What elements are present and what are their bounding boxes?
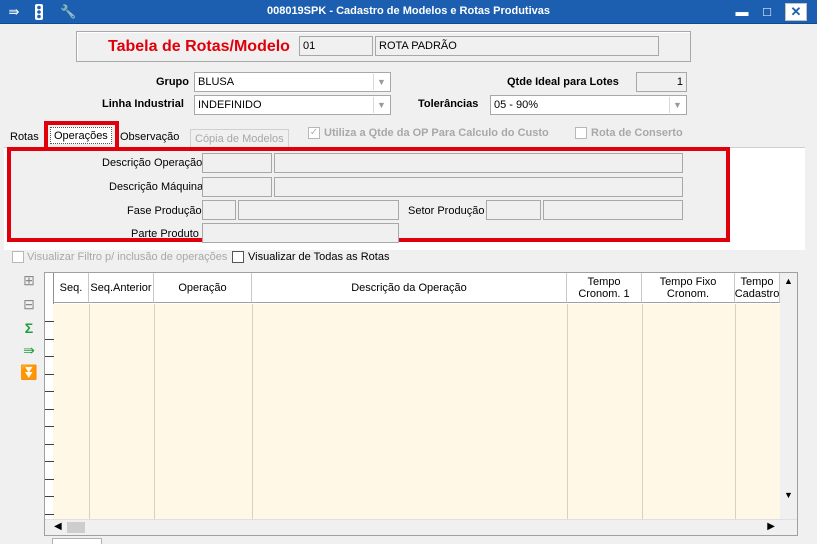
grupo-select[interactable]: BLUSA ▼ <box>194 72 391 92</box>
route-code-field[interactable]: 01 <box>299 36 373 56</box>
vertical-scrollbar[interactable]: ▲ ▼ <box>780 273 797 520</box>
row-tick <box>45 461 54 462</box>
fase-producao-label: Fase Produção <box>127 205 202 217</box>
route-name-field[interactable]: ROTA PADRÃO <box>375 36 659 56</box>
row-tick <box>45 514 54 515</box>
scroll-up-icon[interactable]: ▲ <box>780 276 797 286</box>
chevron-down-icon[interactable]: ▼ <box>669 97 685 113</box>
row-tick <box>45 496 54 497</box>
row-tick <box>45 391 54 392</box>
qtde-field[interactable]: 1 <box>636 72 687 92</box>
row-tick <box>45 356 54 357</box>
descricao-operacao-field[interactable] <box>274 153 683 173</box>
utiliza-qtde-checkbox[interactable]: ✓ <box>308 127 320 139</box>
remove-row-icon[interactable]: ⊟ <box>18 294 40 314</box>
close-button[interactable]: ✕ <box>785 3 807 21</box>
parte-produto-field[interactable] <box>202 223 399 243</box>
bottom-tab <box>52 538 102 544</box>
row-tick <box>45 426 54 427</box>
minimize-button[interactable]: ▬ <box>731 3 753 21</box>
rota-conserto-checkbox[interactable] <box>575 127 587 139</box>
col-seq[interactable]: Seq. <box>54 273 89 303</box>
tab-rotas[interactable]: Rotas <box>6 128 43 148</box>
linha-label: Linha Industrial <box>102 98 184 110</box>
linha-value: INDEFINIDO <box>198 99 262 111</box>
tab-copia-modelos[interactable]: Cópia de Modelos <box>190 129 289 148</box>
sum-icon[interactable]: Σ <box>18 318 40 338</box>
grupo-label: Grupo <box>156 76 189 88</box>
setor-producao-label: Setor Produção <box>408 205 485 217</box>
visualizar-todas-label: Visualizar de Todas as Rotas <box>248 251 390 263</box>
col-tempo-cronom[interactable]: Tempo Cronom. 1 <box>567 273 642 303</box>
scroll-thumb[interactable] <box>67 522 85 533</box>
parte-produto-label: Parte Produto <box>131 228 199 240</box>
tolerancias-value: 05 - 90% <box>494 99 539 111</box>
rota-conserto-label: Rota de Conserto <box>591 127 683 139</box>
row-tick <box>45 321 54 322</box>
scroll-down-icon[interactable]: ▼ <box>780 490 797 500</box>
add-row-icon[interactable]: ⊞ <box>18 270 40 290</box>
setor-producao-code[interactable] <box>486 200 541 220</box>
route-table-label: Tabela de Rotas/Modelo <box>108 38 290 55</box>
scroll-left-icon[interactable]: ◀ <box>54 521 62 532</box>
col-descricao[interactable]: Descrição da Operação <box>252 273 567 303</box>
maximize-button[interactable]: □ <box>756 3 778 21</box>
export-icon[interactable]: ⇛ <box>18 340 40 360</box>
move-bottom-icon[interactable]: ⏬ <box>18 362 40 382</box>
descricao-operacao-label: Descrição Operação <box>102 157 203 169</box>
utiliza-qtde-label: Utiliza a Qtde da OP Para Calculo do Cus… <box>324 127 549 139</box>
fase-producao-code[interactable] <box>202 200 236 220</box>
chevron-down-icon[interactable]: ▼ <box>373 97 389 113</box>
horizontal-scrollbar[interactable]: ◀ ▶ <box>45 519 797 535</box>
visualizar-filtro-label: Visualizar Filtro p/ inclusão de operaçõ… <box>27 251 228 263</box>
qtde-label: Qtde Ideal para Lotes <box>507 76 619 88</box>
tolerancias-label: Tolerâncias <box>418 98 479 110</box>
col-operacao[interactable]: Operação <box>154 273 252 303</box>
title-bar: ⇛ 🔧 008019SPK - Cadastro de Modelos e Ro… <box>0 0 817 24</box>
descricao-maquina-field[interactable] <box>274 177 683 197</box>
visualizar-todas-checkbox[interactable] <box>232 251 244 263</box>
scroll-right-icon[interactable]: ▶ <box>767 521 775 532</box>
grid-body[interactable] <box>53 304 780 520</box>
tolerancias-select[interactable]: 05 - 90% ▼ <box>490 95 687 115</box>
row-tick <box>45 409 54 410</box>
descricao-maquina-code[interactable] <box>202 177 272 197</box>
tab-operacoes[interactable]: Operações <box>50 127 112 144</box>
row-tick <box>45 479 54 480</box>
row-tick <box>45 339 54 340</box>
window-title: 008019SPK - Cadastro de Modelos e Rotas … <box>266 5 551 17</box>
row-tick <box>45 444 54 445</box>
col-seq-anterior[interactable]: Seq.Anterior <box>89 273 154 303</box>
linha-select[interactable]: INDEFINIDO ▼ <box>194 95 391 115</box>
row-tick <box>45 374 54 375</box>
descricao-maquina-label: Descrição Máquina <box>109 181 204 193</box>
descricao-operacao-code[interactable] <box>202 153 272 173</box>
setor-producao-field[interactable] <box>543 200 683 220</box>
grupo-value: BLUSA <box>198 76 235 88</box>
col-tempo-cadastro[interactable]: Tempo Cadastro <box>735 273 780 303</box>
col-tempo-fixo[interactable]: Tempo Fixo Cronom. <box>642 273 735 303</box>
operations-grid[interactable]: Seq. Seq.Anterior Operação Descrição da … <box>44 272 798 536</box>
chevron-down-icon[interactable]: ▼ <box>373 74 389 90</box>
tab-observacao[interactable]: Observação <box>116 128 183 148</box>
visualizar-filtro-checkbox[interactable] <box>12 251 24 263</box>
fase-producao-field[interactable] <box>238 200 399 220</box>
